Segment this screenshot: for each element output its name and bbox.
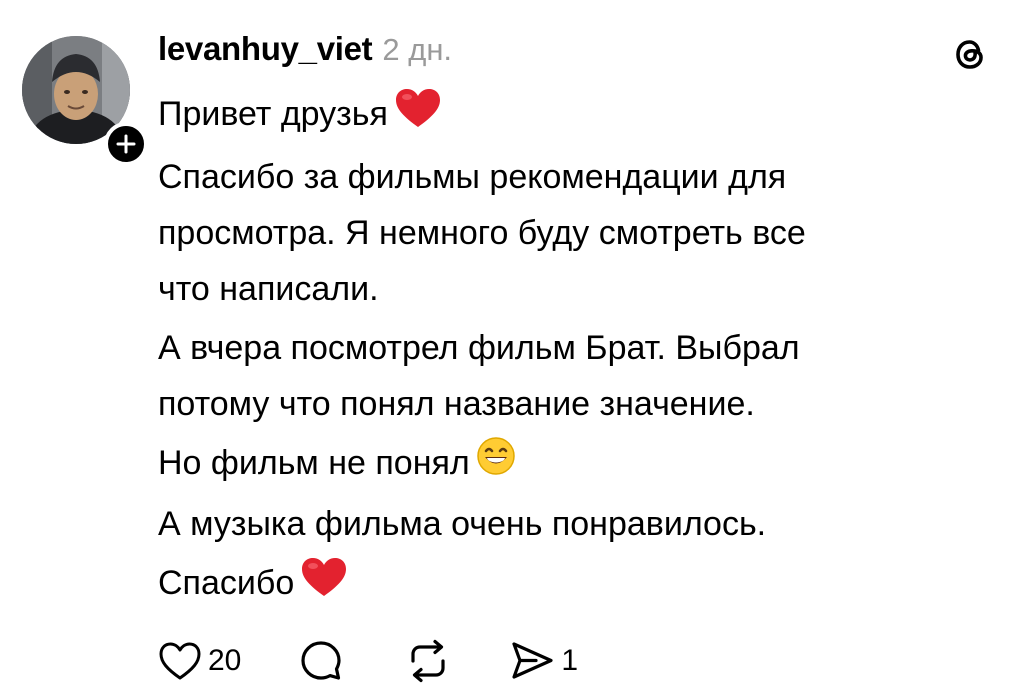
post-actions: 20 1	[158, 636, 578, 686]
music-text: А музыка фильма очень понравилось.	[158, 505, 767, 544]
like-button[interactable]: 20	[158, 641, 241, 681]
thanks-line-2: просмотра. Я немного буду смотреть все	[158, 213, 806, 252]
paragraph-movie: А вчера посмотрел фильм Брат. Выбрал пот…	[158, 320, 958, 432]
movie-line-2: потому что понял название значение.	[158, 384, 755, 423]
red-heart-icon	[300, 556, 348, 615]
heart-icon	[159, 642, 201, 680]
paragraph-thanks: Спасибо за фильмы рекомендации для просм…	[158, 149, 958, 317]
paragraph-music: А музыка фильма очень понравилось.	[158, 496, 958, 552]
repost-icon	[411, 639, 445, 683]
plus-icon	[116, 134, 136, 154]
paragraph-greeting: Привет друзья	[158, 86, 958, 146]
red-heart-icon	[394, 87, 442, 146]
grinning-face-icon	[476, 436, 516, 493]
greeting-text: Привет друзья	[158, 95, 388, 133]
username-link[interactable]: levanhuy_viet	[158, 30, 373, 68]
follow-button[interactable]	[104, 122, 148, 166]
threads-logo-button[interactable]	[946, 30, 994, 78]
thread-post: levanhuy_viet 2 дн. Привет друзья Спасиб…	[0, 0, 1024, 700]
send-icon	[512, 642, 553, 679]
not-understood-text: Но фильм не понял	[158, 443, 470, 482]
reply-button[interactable]	[299, 639, 343, 683]
thanks-line-3: что написали.	[158, 269, 379, 308]
avatar-container	[22, 36, 148, 166]
post-header: levanhuy_viet 2 дн.	[158, 30, 452, 74]
post-body: Привет друзья Спасибо за фильмы рекоменд…	[158, 86, 958, 618]
closing-text: Спасибо	[158, 564, 295, 603]
post-timestamp: 2 дн.	[382, 32, 453, 67]
paragraph-not-understood: Но фильм не понял	[158, 435, 958, 494]
share-button[interactable]: 1	[509, 639, 578, 683]
threads-logo-icon	[956, 40, 983, 69]
like-count: 20	[208, 644, 242, 677]
repost-button[interactable]	[405, 639, 451, 683]
thanks-line-1: Спасибо за фильмы рекомендации для	[158, 157, 787, 196]
share-count: 1	[561, 644, 579, 677]
movie-line-1: А вчера посмотрел фильм Брат. Выбрал	[158, 328, 800, 367]
paragraph-closing: Спасибо	[158, 555, 958, 615]
comment-icon	[301, 641, 341, 680]
